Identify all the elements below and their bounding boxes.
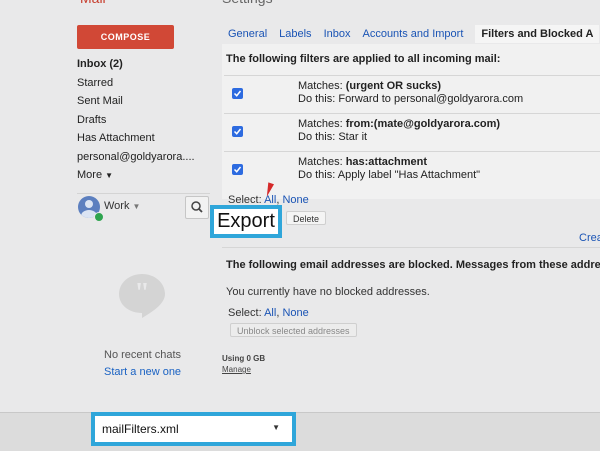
select-none-blocked-link[interactable]: None bbox=[282, 307, 308, 319]
export-button[interactable]: Export bbox=[210, 205, 282, 238]
manage-storage-link[interactable]: Manage bbox=[222, 365, 251, 374]
download-menu-arrow-icon[interactable]: ▼ bbox=[272, 423, 280, 432]
more-label: More bbox=[77, 169, 103, 181]
filter-checkbox[interactable] bbox=[232, 126, 243, 137]
filter-checkbox[interactable] bbox=[232, 164, 243, 175]
filter-checkbox[interactable] bbox=[232, 88, 243, 99]
select-none-link[interactable]: None bbox=[282, 194, 308, 206]
download-item[interactable]: mailFilters.xml ▼ bbox=[91, 412, 296, 446]
no-blocked-text: You currently have no blocked addresses. bbox=[226, 286, 430, 298]
no-recent-chats-text: No recent chats bbox=[104, 349, 182, 361]
filter-matches-value: has:attachment bbox=[345, 156, 427, 168]
svg-text:": " bbox=[134, 278, 150, 309]
chat-user-name: Work bbox=[104, 200, 130, 212]
filter-row: Matches: from:(mate@goldyarora.com) Do t… bbox=[224, 113, 600, 152]
start-new-chat-link[interactable]: Start a new one bbox=[104, 366, 181, 378]
page-title: Settings bbox=[222, 0, 273, 6]
filter-row: Matches: has:attachment Do this: Apply l… bbox=[224, 151, 600, 190]
filter-matches-label: Matches: bbox=[298, 156, 346, 168]
unblock-selected-button[interactable]: Unblock selected addresses bbox=[230, 323, 357, 337]
avatar-head bbox=[85, 200, 93, 208]
chat-status-menu[interactable]: Work ▼ bbox=[104, 200, 140, 212]
tab-accounts-and-import[interactable]: Accounts and Import bbox=[362, 28, 463, 40]
section-divider bbox=[222, 247, 600, 248]
filter-row: Matches: (urgent OR sucks) Do this: Forw… bbox=[224, 75, 600, 114]
blocked-heading: The following email addresses are blocke… bbox=[226, 259, 600, 271]
delete-filters-button[interactable]: Delete bbox=[286, 211, 327, 225]
filter-matches-value: (urgent OR sucks) bbox=[345, 80, 442, 92]
caret-down-icon: ▼ bbox=[132, 202, 141, 211]
filters-heading: The following filters are applied to all… bbox=[226, 53, 501, 65]
select-label: Select: bbox=[228, 307, 265, 319]
checkmark-icon bbox=[233, 166, 242, 173]
download-bar bbox=[0, 412, 600, 451]
filter-criteria[interactable]: Matches: (urgent OR sucks) bbox=[298, 80, 441, 92]
compose-button[interactable]: COMPOSE bbox=[77, 25, 174, 49]
settings-tabs: General Labels Inbox Accounts and Import… bbox=[222, 24, 600, 44]
tab-general[interactable]: General bbox=[228, 28, 267, 40]
caret-down-icon: ▼ bbox=[105, 171, 113, 180]
filter-matches-label: Matches: bbox=[298, 80, 346, 92]
hangouts-quote-icon: " bbox=[119, 274, 165, 318]
filter-criteria[interactable]: Matches: has:attachment bbox=[298, 156, 427, 168]
select-all-blocked-link[interactable]: All bbox=[264, 307, 276, 319]
sidebar-item-drafts[interactable]: Drafts bbox=[77, 114, 207, 133]
filter-matches-label: Matches: bbox=[298, 118, 346, 130]
filter-matches-value: from:(mate@goldyarora.com) bbox=[345, 118, 501, 130]
tab-inbox[interactable]: Inbox bbox=[324, 28, 351, 40]
top-header: Mail Settings bbox=[0, 0, 600, 6]
sidebar-item-inbox[interactable]: Inbox (2) bbox=[77, 58, 207, 77]
sidebar-nav: Inbox (2) Starred Sent Mail Drafts Has A… bbox=[77, 58, 207, 188]
checkmark-icon bbox=[233, 128, 242, 135]
export-label: Export bbox=[217, 210, 275, 232]
sidebar-item-personal-label[interactable]: personal@goldyarora.... bbox=[77, 151, 207, 170]
sidebar-item-more[interactable]: More ▼ bbox=[77, 169, 207, 188]
filter-action: Do this: Forward to personal@goldyarora.… bbox=[298, 93, 524, 105]
create-filter-link[interactable]: Crea bbox=[579, 232, 600, 244]
blocked-select-line: Select: All, None bbox=[228, 307, 309, 319]
tab-filters-and-blocked[interactable]: Filters and Blocked A bbox=[475, 25, 600, 43]
search-people-button[interactable] bbox=[185, 196, 209, 219]
sidebar-item-sent-mail[interactable]: Sent Mail bbox=[77, 95, 207, 114]
online-status-icon bbox=[94, 212, 104, 222]
sidebar-item-starred[interactable]: Starred bbox=[77, 77, 207, 96]
search-icon bbox=[191, 201, 203, 213]
sidebar-item-has-attachment[interactable]: Has Attachment bbox=[77, 132, 207, 151]
sidebar-divider bbox=[77, 193, 210, 194]
filter-action: Do this: Star it bbox=[298, 131, 368, 143]
filter-action: Do this: Apply label "Has Attachment" bbox=[298, 169, 481, 181]
filter-criteria[interactable]: Matches: from:(mate@goldyarora.com) bbox=[298, 118, 500, 130]
app-logo-text: Mail bbox=[80, 0, 106, 6]
storage-usage: Using 0 GB bbox=[222, 354, 266, 363]
checkmark-icon bbox=[233, 90, 242, 97]
tab-labels[interactable]: Labels bbox=[279, 28, 311, 40]
download-filename: mailFilters.xml bbox=[102, 422, 179, 436]
